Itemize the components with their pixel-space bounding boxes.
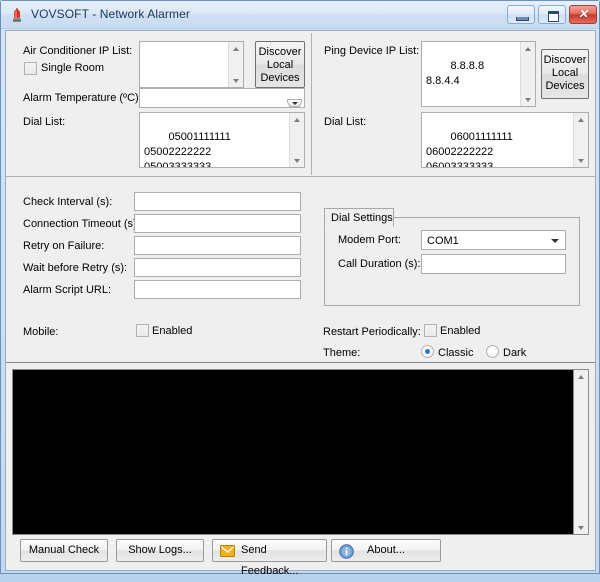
theme-dark-label: Dark	[503, 347, 526, 359]
modem-port-label: Modem Port:	[338, 234, 401, 246]
scroll-down-icon[interactable]	[521, 93, 536, 106]
send-feedback-button[interactable]: Send Feedback...	[212, 539, 327, 562]
connection-timeout-label: Connection Timeout (s):	[23, 218, 140, 230]
ping-ip-list-scrollbar[interactable]	[520, 42, 535, 106]
restart-periodically-label: Restart Periodically:	[323, 326, 421, 338]
discover-line-2: Local	[256, 59, 304, 72]
scroll-up-icon[interactable]	[290, 113, 305, 126]
ac-ip-list-input[interactable]	[139, 41, 244, 88]
pane-divider	[311, 33, 312, 175]
dial-list-value-right: 06001111111 06002222222 06003333333	[426, 131, 513, 168]
settings-pane: Check Interval (s): 600 Connection Timeo…	[6, 177, 595, 363]
app-window: VOVSOFT - Network Alarmer ✕ Air Conditio…	[0, 0, 600, 574]
alarm-temperature-spinner[interactable]	[287, 91, 302, 107]
mobile-enabled-checkbox[interactable]	[136, 324, 149, 337]
send-feedback-label: Send Feedback...	[241, 544, 298, 577]
scroll-up-icon[interactable]	[521, 42, 536, 55]
theme-classic-radio[interactable]	[421, 345, 434, 358]
log-output-text	[16, 372, 570, 532]
alarm-script-url-label: Alarm Script URL:	[23, 284, 111, 296]
minimize-icon	[516, 17, 529, 21]
discover-line-2: Local	[542, 67, 588, 80]
wait-before-retry-label: Wait before Retry (s):	[23, 262, 127, 274]
maximize-icon	[548, 11, 559, 22]
envelope-icon	[220, 544, 235, 558]
manual-check-button[interactable]: Manual Check	[20, 539, 108, 562]
minimize-button[interactable]	[507, 5, 535, 24]
modem-port-select[interactable]: COM1	[421, 230, 566, 250]
retry-on-failure-input[interactable]: 1	[134, 236, 301, 255]
wait-before-retry-input[interactable]: 1	[134, 258, 301, 277]
mobile-enabled-label: Enabled	[152, 325, 192, 337]
dial-list-scrollbar-left[interactable]	[289, 113, 304, 167]
about-label: About...	[367, 544, 405, 556]
window-title: VOVSOFT - Network Alarmer	[31, 7, 190, 21]
call-duration-value: 40	[450, 273, 462, 274]
dial-settings-tab[interactable]: Dial Settings	[324, 208, 394, 227]
manual-check-label: Manual Check	[29, 544, 99, 556]
action-bar: Manual Check Show Logs... Send Feedback.…	[6, 536, 595, 570]
ping-device-ip-list-label: Ping Device IP List:	[324, 45, 419, 57]
discover-line-1: Discover	[542, 54, 588, 67]
dial-list-input-right[interactable]: 06001111111 06002222222 06003333333	[421, 112, 589, 168]
alarm-temperature-input[interactable]: 26	[139, 88, 305, 108]
show-logs-label: Show Logs...	[128, 544, 192, 556]
single-room-checkbox[interactable]	[24, 62, 37, 75]
client-area: Air Conditioner IP List: Single Room Dis…	[5, 30, 596, 571]
close-icon: ✕	[570, 6, 596, 23]
alarm-siren-icon	[9, 7, 25, 23]
ping-device-ip-list-input[interactable]: 8.8.8.8 8.8.4.4	[421, 41, 536, 107]
theme-label: Theme:	[323, 347, 360, 359]
about-button[interactable]: About...	[331, 539, 441, 562]
modem-port-value: COM1	[427, 235, 459, 247]
discover-line-3: Devices	[542, 80, 588, 93]
device-lists-pane: Air Conditioner IP List: Single Room Dis…	[6, 31, 595, 177]
discover-local-devices-button-left[interactable]: Discover Local Devices	[255, 41, 305, 88]
discover-line-1: Discover	[256, 46, 304, 59]
check-interval-label: Check Interval (s):	[23, 196, 112, 208]
discover-line-3: Devices	[256, 72, 304, 85]
dial-list-value-left: 05001111111 05002222222 05003333333	[144, 131, 231, 168]
call-duration-input[interactable]: 40	[421, 254, 566, 274]
scroll-up-icon[interactable]	[574, 370, 589, 383]
scroll-down-icon[interactable]	[229, 74, 244, 87]
scroll-up-icon[interactable]	[229, 42, 244, 55]
single-room-label: Single Room	[41, 62, 104, 74]
info-icon	[339, 544, 354, 559]
call-duration-label: Call Duration (s):	[338, 258, 421, 270]
alarm-temperature-label: Alarm Temperature (ºC):	[23, 92, 142, 104]
ping-device-ip-list-value: 8.8.8.8 8.8.4.4	[426, 60, 484, 87]
theme-classic-label: Classic	[438, 347, 473, 359]
close-button[interactable]: ✕	[569, 5, 597, 24]
title-bar[interactable]: VOVSOFT - Network Alarmer ✕	[1, 1, 599, 29]
restart-enabled-label: Enabled	[440, 325, 480, 337]
discover-local-devices-button-right[interactable]: Discover Local Devices	[541, 49, 589, 99]
ac-ip-list-scrollbar[interactable]	[228, 42, 243, 87]
alarm-temperature-value: 26	[168, 107, 180, 108]
dial-list-label-right: Dial List:	[324, 116, 366, 128]
dial-list-scrollbar-right[interactable]	[573, 113, 588, 167]
log-scrollbar[interactable]	[573, 370, 588, 534]
alarm-script-url-input[interactable]: http://test.com/email.php	[134, 280, 301, 299]
mobile-label: Mobile:	[23, 326, 58, 338]
scroll-down-icon[interactable]	[574, 154, 589, 167]
show-logs-button[interactable]: Show Logs...	[116, 539, 204, 562]
check-interval-input[interactable]: 600	[134, 192, 301, 211]
theme-dark-radio[interactable]	[486, 345, 499, 358]
chevron-down-icon	[551, 239, 559, 243]
retry-on-failure-label: Retry on Failure:	[23, 240, 104, 252]
dial-list-label-left: Dial List:	[23, 116, 65, 128]
ac-ip-list-label: Air Conditioner IP List:	[23, 45, 132, 57]
maximize-button[interactable]	[538, 5, 566, 24]
scroll-down-icon[interactable]	[574, 521, 589, 534]
restart-periodically-checkbox[interactable]	[424, 324, 437, 337]
scroll-down-icon[interactable]	[290, 154, 305, 167]
connection-timeout-input[interactable]: 1	[134, 214, 301, 233]
log-output-area[interactable]	[12, 369, 589, 535]
dial-list-input-left[interactable]: 05001111111 05002222222 05003333333	[139, 112, 305, 168]
scroll-up-icon[interactable]	[574, 113, 589, 126]
